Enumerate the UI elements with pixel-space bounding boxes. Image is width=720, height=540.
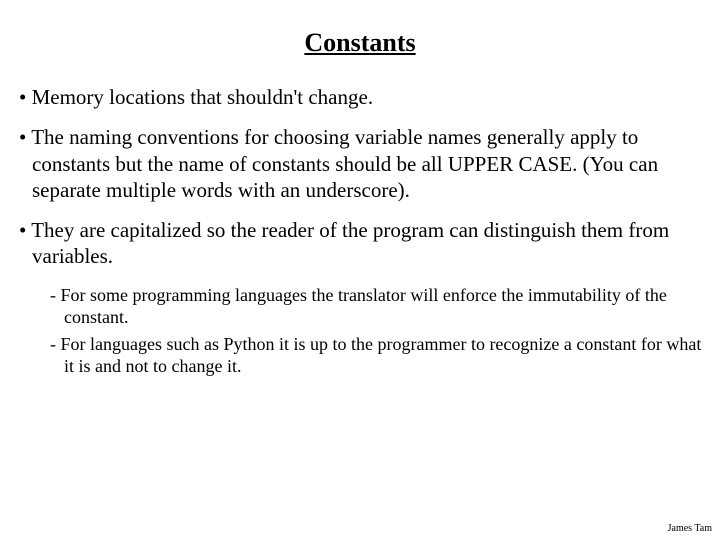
slide-title: Constants (18, 28, 702, 58)
bullet-item: Memory locations that shouldn't change. (18, 84, 702, 110)
sub-bullet-item: For languages such as Python it is up to… (48, 333, 702, 378)
sub-bullet-list: For some programming languages the trans… (48, 284, 702, 378)
footer-author: James Tam (668, 523, 712, 534)
main-bullet-list: Memory locations that shouldn't change. … (18, 84, 702, 270)
sub-bullet-item: For some programming languages the trans… (48, 284, 702, 329)
bullet-item: The naming conventions for choosing vari… (18, 124, 702, 203)
bullet-item: They are capitalized so the reader of th… (18, 217, 702, 270)
